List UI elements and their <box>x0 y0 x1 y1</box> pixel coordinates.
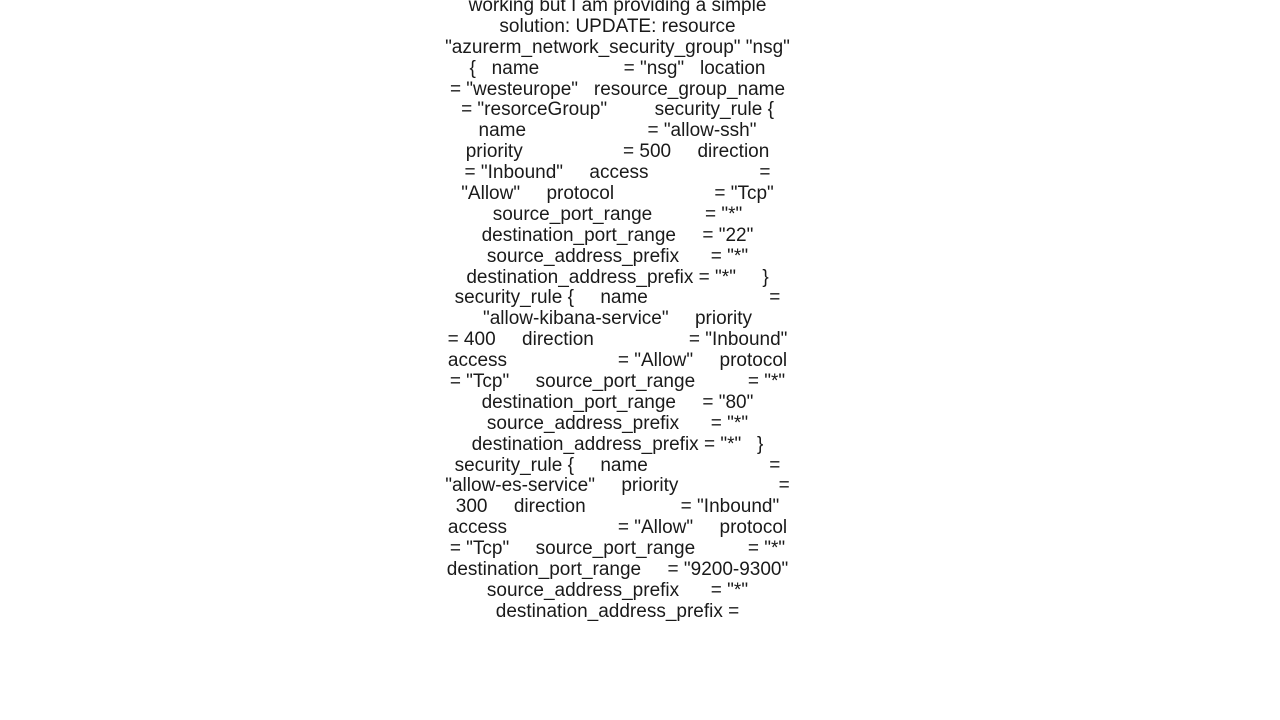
document-body-text: working but I am providing a simple solu… <box>445 0 790 623</box>
